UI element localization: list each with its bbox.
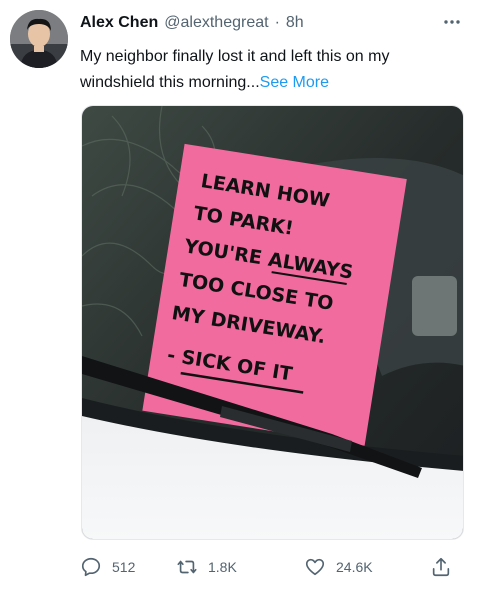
tweet-header: Alex Chen @alexthegreat · 8h xyxy=(80,14,438,32)
tweet-body: My neighbor finally lost it and left thi… xyxy=(80,48,390,91)
share-action[interactable] xyxy=(430,556,452,578)
separator-dot: · xyxy=(274,14,280,31)
more-options-button[interactable] xyxy=(440,12,464,32)
avatar[interactable] xyxy=(10,10,68,68)
timestamp[interactable]: 8h xyxy=(286,14,304,32)
author-handle[interactable]: @alexthegreat xyxy=(164,14,268,32)
like-action[interactable]: 24.6K xyxy=(304,556,373,578)
tweet-media[interactable]: LEARN HOW TO PARK! YOU'RE ALWAYS TOO CLO… xyxy=(81,105,464,540)
tweet-actions: 512 1.8K 24.6K xyxy=(80,556,468,584)
reply-action[interactable]: 512 xyxy=(80,556,135,578)
tweet-text: My neighbor finally lost it and left thi… xyxy=(80,44,460,96)
see-more-link[interactable]: See More xyxy=(260,74,329,91)
reply-count: 512 xyxy=(112,559,136,575)
more-horizontal-icon xyxy=(444,20,460,24)
retweet-count: 1.8K xyxy=(208,559,237,575)
retweet-icon xyxy=(177,560,197,574)
retweet-action[interactable]: 1.8K xyxy=(176,556,237,578)
heart-icon xyxy=(305,558,325,576)
share-icon xyxy=(432,557,450,577)
reply-icon xyxy=(81,557,101,577)
windshield-photo: LEARN HOW TO PARK! YOU'RE ALWAYS TOO CLO… xyxy=(82,106,463,539)
avatar-image xyxy=(10,10,68,68)
like-count: 24.6K xyxy=(336,559,373,575)
tweet[interactable]: Alex Chen @alexthegreat · 8h My neighbor… xyxy=(0,0,478,600)
author-name[interactable]: Alex Chen xyxy=(80,14,158,32)
